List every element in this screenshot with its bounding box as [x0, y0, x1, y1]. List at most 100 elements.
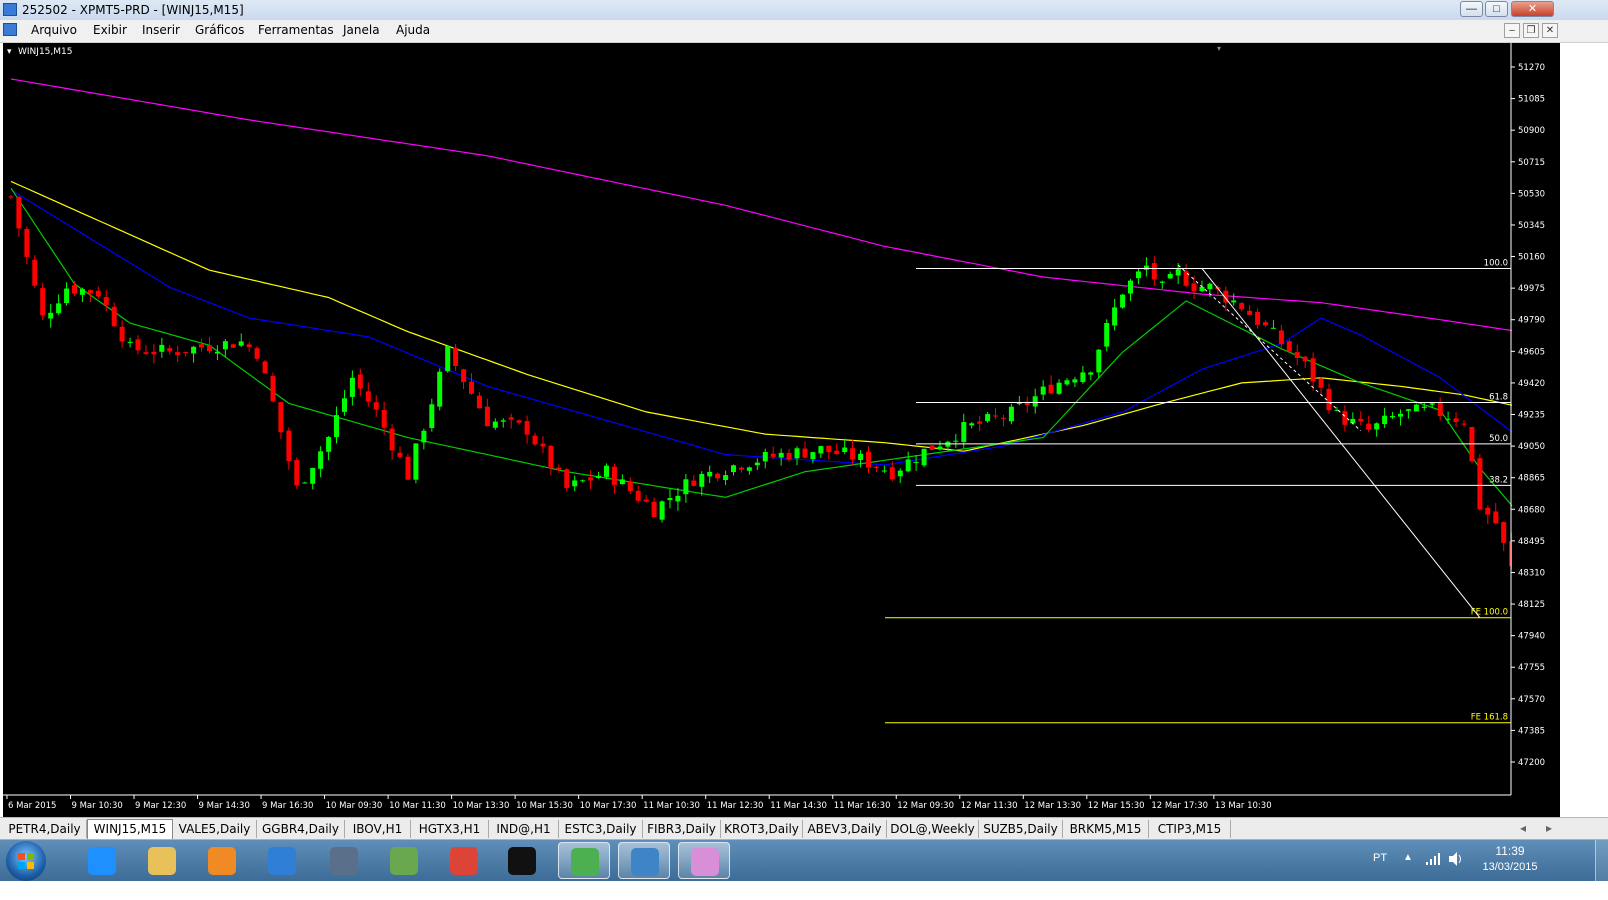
- x-tick-label: 9 Mar 12:30: [135, 801, 186, 811]
- candle-body: [1358, 418, 1364, 422]
- candle-body: [79, 289, 85, 295]
- candle: [1104, 319, 1110, 352]
- candle-body: [619, 479, 625, 485]
- candle: [40, 282, 46, 320]
- symbol-tab[interactable]: IND@,H1: [489, 820, 559, 838]
- taskbar-app-button[interactable]: [496, 842, 548, 879]
- candle-body: [969, 423, 975, 426]
- minimize-button[interactable]: —: [1460, 1, 1483, 17]
- network-signal-icon[interactable]: [1425, 852, 1441, 866]
- candle-body: [1151, 263, 1157, 280]
- candle-body: [48, 312, 54, 319]
- menu-graficos[interactable]: Gráficos: [195, 23, 244, 37]
- mdi-minimize-button[interactable]: –: [1504, 23, 1520, 38]
- candle: [604, 463, 609, 480]
- x-tick-label: 6 Mar 2015: [8, 801, 56, 811]
- symbol-tab[interactable]: PETR4,Daily: [3, 820, 87, 838]
- candle-body: [548, 445, 554, 469]
- candle-body: [1032, 396, 1038, 407]
- symbol-tab[interactable]: HGTX3,H1: [411, 820, 489, 838]
- symbol-tab[interactable]: SUZB5,Daily: [979, 820, 1063, 838]
- app-icon[interactable]: [3, 3, 17, 16]
- shift-marker-icon[interactable]: ▾: [1217, 44, 1221, 53]
- taskbar-app-button[interactable]: [318, 842, 370, 879]
- symbol-tab[interactable]: ABEV3,Daily: [803, 820, 887, 838]
- menu-ajuda[interactable]: Ajuda: [396, 23, 430, 37]
- candle-body: [270, 376, 276, 402]
- symbol-tab[interactable]: KROT3,Daily: [721, 820, 803, 838]
- candle-body: [1398, 413, 1403, 417]
- candle-body: [199, 344, 204, 348]
- candle-body: [778, 452, 784, 458]
- menu-janela[interactable]: Janela: [343, 23, 380, 37]
- taskbar-app-button[interactable]: [618, 842, 670, 879]
- candle-body: [1302, 356, 1308, 362]
- candle-body: [667, 498, 673, 501]
- menu-exibir[interactable]: Exibir: [93, 23, 127, 37]
- candle-body: [1175, 269, 1181, 276]
- symbol-tab[interactable]: ESTC3,Daily: [559, 820, 643, 838]
- candle: [405, 453, 411, 480]
- mdi-restore-button[interactable]: ❐: [1523, 23, 1539, 38]
- taskbar-app-button[interactable]: [558, 842, 610, 879]
- taskbar-app-button[interactable]: [136, 842, 188, 879]
- candle: [32, 255, 38, 288]
- taskbar-app-button[interactable]: [438, 842, 490, 879]
- symbol-tab[interactable]: CTIP3,M15: [1149, 820, 1231, 838]
- symbol-tab[interactable]: BRKM5,M15: [1063, 820, 1149, 838]
- maximize-button[interactable]: □: [1485, 1, 1508, 17]
- mdi-close-button[interactable]: ✕: [1542, 23, 1558, 38]
- symbol-tab[interactable]: IBOV,H1: [345, 820, 411, 838]
- chart-window[interactable]: 100.0 61.8 50.0 38.2 FE 100.0 FE 161.8 51270 5…: [3, 43, 1560, 817]
- x-tick-label: 11 Mar 12:30: [707, 801, 764, 811]
- tray-expand-icon[interactable]: ▲: [1403, 852, 1413, 863]
- menu-ferramentas[interactable]: Ferramentas: [258, 23, 334, 37]
- clock-time[interactable]: 11:39: [1475, 844, 1545, 858]
- symbol-tab[interactable]: FIBR3,Daily: [643, 820, 721, 838]
- clock-date[interactable]: 13/03/2015: [1475, 861, 1545, 873]
- candle-body: [1104, 323, 1110, 347]
- candle-body: [881, 470, 887, 472]
- menu-inserir[interactable]: Inserir: [142, 23, 180, 37]
- show-desktop-button[interactable]: [1595, 840, 1608, 881]
- tabs-scroll-left-icon[interactable]: ◂: [1520, 821, 1526, 835]
- tabs-scroll-right-icon[interactable]: ▸: [1546, 821, 1552, 835]
- taskbar-app-button[interactable]: [196, 842, 248, 879]
- candle-body: [596, 475, 601, 478]
- taskbar-app-button[interactable]: [678, 842, 730, 879]
- candle-body: [1326, 388, 1332, 411]
- candle-body: [476, 395, 482, 409]
- candle: [921, 448, 927, 468]
- symbol-tab[interactable]: GGBR4,Daily: [257, 820, 345, 838]
- menu-arquivo[interactable]: Arquivo: [31, 23, 77, 37]
- candle-body: [405, 456, 411, 480]
- candle-body: [222, 341, 228, 350]
- candle-body: [1255, 311, 1261, 325]
- start-button[interactable]: [6, 841, 46, 881]
- metatrader-icon: [571, 848, 599, 876]
- candle-body: [715, 473, 721, 479]
- y-tick-label: 48125: [1518, 600, 1545, 610]
- window-titlebar[interactable]: 252502 - XPMT5-PRD - [WINJ15,M15] — □ ✕: [0, 0, 1608, 21]
- candle-body: [1477, 458, 1483, 510]
- chart-window-icon[interactable]: [3, 23, 17, 36]
- y-tick-label: 48495: [1518, 537, 1545, 547]
- price-chart[interactable]: 100.061.850.038.2FE 100.0FE 161.8 512705…: [3, 43, 1560, 817]
- close-button[interactable]: ✕: [1511, 1, 1554, 17]
- y-tick-label: 50715: [1518, 158, 1545, 168]
- taskbar-app-button[interactable]: [76, 842, 128, 879]
- language-indicator[interactable]: PT: [1373, 852, 1387, 864]
- symbol-tab[interactable]: VALE5,Daily: [173, 820, 257, 838]
- candle-body: [961, 422, 967, 442]
- candle-body: [1056, 382, 1062, 394]
- taskbar-app-button[interactable]: [256, 842, 308, 879]
- symbol-tab[interactable]: WINJ15,M15: [87, 819, 173, 839]
- candle-body: [461, 369, 467, 383]
- candle-body: [175, 352, 181, 356]
- symbol-tab[interactable]: DOL@,Weekly: [887, 820, 979, 838]
- y-tick-label: 48865: [1518, 474, 1545, 484]
- candle-body: [1310, 358, 1316, 382]
- x-tick-label: 10 Mar 09:30: [326, 801, 383, 811]
- taskbar-app-button[interactable]: [378, 842, 430, 879]
- volume-icon[interactable]: [1447, 851, 1463, 867]
